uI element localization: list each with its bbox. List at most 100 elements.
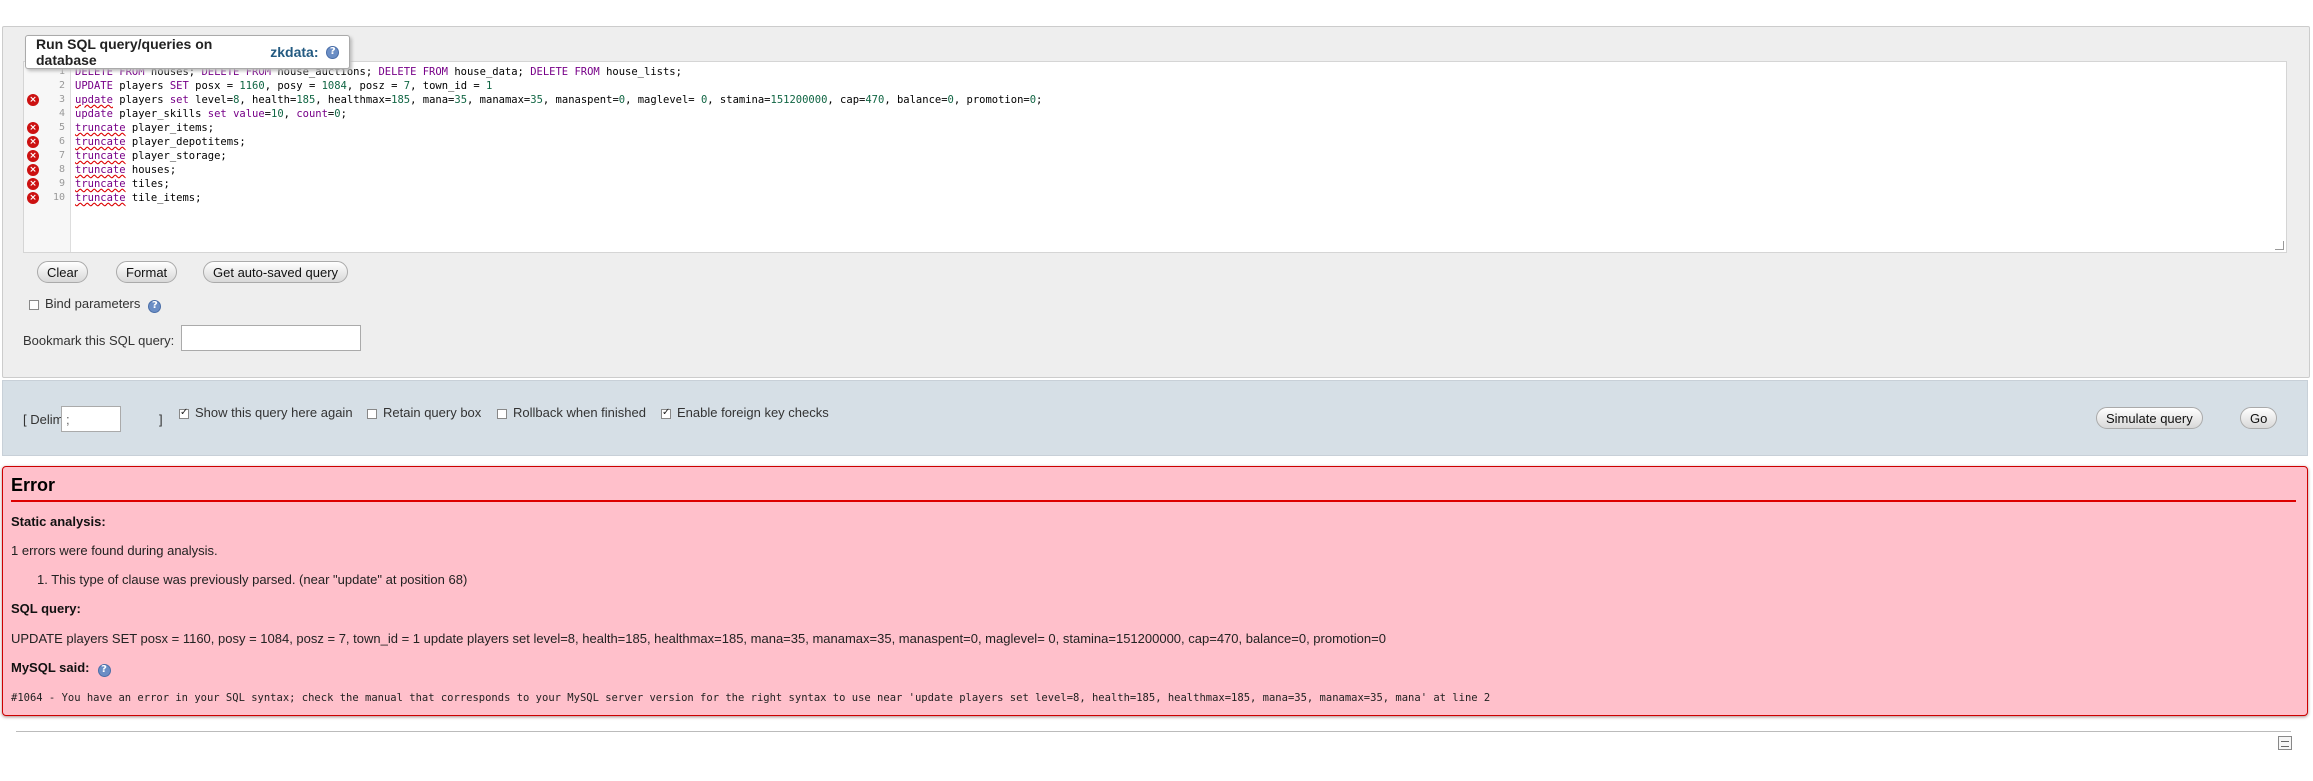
line-number: 10 <box>52 192 65 203</box>
code-text[interactable]: UPDATE players SET posx = 1160, posy = 1… <box>75 79 492 93</box>
help-icon[interactable]: ? <box>326 45 339 59</box>
format-button[interactable]: Format <box>116 261 178 283</box>
code-token: truncate <box>75 122 126 134</box>
code-token: ; <box>340 108 347 120</box>
editor-line[interactable]: 4 update player_skills set value=10, coun… <box>24 107 2284 121</box>
query-panel-legend: Run SQL query/queries on database zkdata… <box>25 35 350 69</box>
error-title: Error <box>11 475 2296 502</box>
bookmark-input[interactable] <box>181 325 361 351</box>
footer-divider <box>16 731 2291 732</box>
code-token: update <box>75 94 113 106</box>
code-token: player_storage; <box>125 150 227 162</box>
code-token: houses; <box>125 164 177 176</box>
error-box: Error Static analysis: 1 errors were fou… <box>2 466 2308 716</box>
code-token: player_depotitems; <box>125 136 246 148</box>
retain-query-box-option[interactable]: Retain query box <box>367 405 481 420</box>
clear-button[interactable]: Clear <box>37 261 89 283</box>
go-button[interactable]: Go <box>2240 407 2278 429</box>
line-number: 7 <box>58 150 65 161</box>
database-link[interactable]: zkdata: <box>270 44 318 60</box>
code-token: 1160 <box>239 80 265 92</box>
code-text[interactable]: truncate player_storage; <box>75 149 227 163</box>
editor-line[interactable]: × 3 update players set level=8, health=185… <box>24 93 2284 107</box>
help-icon[interactable]: ? <box>148 299 162 313</box>
code-token: count <box>296 108 328 120</box>
code-token: , <box>283 108 297 120</box>
code-token: update <box>75 108 113 120</box>
code-token: truncate <box>75 150 126 162</box>
editor-line[interactable]: × 6 truncate player_depotitems; <box>24 135 2284 149</box>
code-text[interactable]: truncate tiles; <box>75 177 170 191</box>
code-token: players <box>112 94 170 106</box>
code-token: set <box>207 108 227 120</box>
code-token: player_skills <box>112 108 208 120</box>
show-query-checkbox[interactable] <box>179 407 189 419</box>
delimiter-close-label: ] <box>159 412 163 427</box>
retain-query-box-checkbox[interactable] <box>367 408 377 419</box>
foreign-key-checks-checkbox[interactable] <box>661 407 671 419</box>
foreign-key-checks-option[interactable]: Enable foreign key checks <box>661 405 829 420</box>
code-token: player_items; <box>125 122 215 134</box>
code-text[interactable]: truncate player_items; <box>75 121 214 135</box>
code-token: level= <box>188 94 234 106</box>
code-token: , cap= <box>827 94 866 106</box>
code-text[interactable]: update players set level=8, health=185, … <box>75 93 1042 107</box>
foreign-key-checks-label: Enable foreign key checks <box>677 405 829 420</box>
code-token: SET <box>169 80 189 92</box>
line-number: 5 <box>58 122 65 133</box>
code-token: tiles; <box>125 178 170 190</box>
code-token: 10 <box>271 108 284 120</box>
code-token: players <box>112 80 170 92</box>
code-token: 35 <box>530 94 543 106</box>
editor-line[interactable]: 2 UPDATE players SET posx = 1160, posy = … <box>24 79 2284 93</box>
bookmark-label: Bookmark this SQL query: <box>23 333 175 348</box>
editor-line[interactable]: × 7 truncate player_storage; <box>24 149 2284 163</box>
legend-text: Run SQL query/queries on database <box>36 36 213 68</box>
line-number: 4 <box>58 108 65 119</box>
rollback-label: Rollback when finished <box>513 405 646 420</box>
editor-line[interactable]: × 10 truncate tile_items; <box>24 191 2284 205</box>
console-toggle-icon[interactable] <box>2278 736 2292 750</box>
code-token: set <box>169 94 189 106</box>
code-token: value <box>233 108 265 120</box>
code-token: house_lists; <box>599 66 682 78</box>
code-text[interactable]: truncate houses; <box>75 163 176 177</box>
resize-handle[interactable] <box>2275 241 2284 250</box>
query-options-bar: [ Delimiter ] Show this query here again… <box>2 380 2308 456</box>
bind-parameters[interactable]: Bind parameters? <box>29 296 162 313</box>
code-token: 1 <box>485 80 493 92</box>
rollback-checkbox[interactable] <box>497 408 507 419</box>
code-token: ; <box>1036 94 1043 106</box>
editor-line[interactable]: × 9 truncate tiles; <box>24 177 2284 191</box>
errors-found-text: 1 errors were found during analysis. <box>11 543 218 558</box>
sql-editor[interactable]: 1 DELETE FROM houses; DELETE FROM house_a… <box>23 61 2287 253</box>
sql-query-text: UPDATE players SET posx = 1160, posy = 1… <box>11 631 1386 646</box>
bind-parameters-checkbox[interactable] <box>29 299 39 310</box>
code-token: , promotion= <box>953 94 1030 106</box>
editor-line[interactable]: × 5 truncate player_items; <box>24 121 2284 135</box>
get-auto-saved-query-button[interactable]: Get auto-saved query <box>203 261 349 283</box>
code-text[interactable]: truncate tile_items; <box>75 191 201 205</box>
code-text[interactable]: update player_skills set value=10, count… <box>75 107 347 121</box>
mysql-error-message: #1064 - You have an error in your SQL sy… <box>11 692 1491 704</box>
code-token: UPDATE <box>75 80 113 92</box>
code-token: tile_items; <box>125 192 202 204</box>
line-number: 9 <box>58 178 65 189</box>
code-token: truncate <box>75 192 126 204</box>
code-token: , posz = <box>346 80 404 92</box>
code-token: 1084 <box>321 80 347 92</box>
code-token: , stamina= <box>707 94 771 106</box>
help-icon[interactable]: ? <box>97 663 111 677</box>
code-token: , health= <box>239 94 297 106</box>
code-token: 185 <box>296 94 316 106</box>
editor-line[interactable]: 1 DELETE FROM houses; DELETE FROM house_a… <box>24 65 2284 79</box>
delimiter-input[interactable] <box>61 406 121 432</box>
simulate-query-button[interactable]: Simulate query <box>2096 407 2203 429</box>
code-token: , healthmax= <box>315 94 392 106</box>
show-query-option[interactable]: Show this query here again <box>179 405 353 420</box>
retain-query-box-label: Retain query box <box>383 405 482 420</box>
mysql-said-label: MySQL said: <box>11 660 90 675</box>
rollback-option[interactable]: Rollback when finished <box>497 405 646 420</box>
editor-line[interactable]: × 8 truncate houses; <box>24 163 2284 177</box>
code-text[interactable]: truncate player_depotitems; <box>75 135 246 149</box>
